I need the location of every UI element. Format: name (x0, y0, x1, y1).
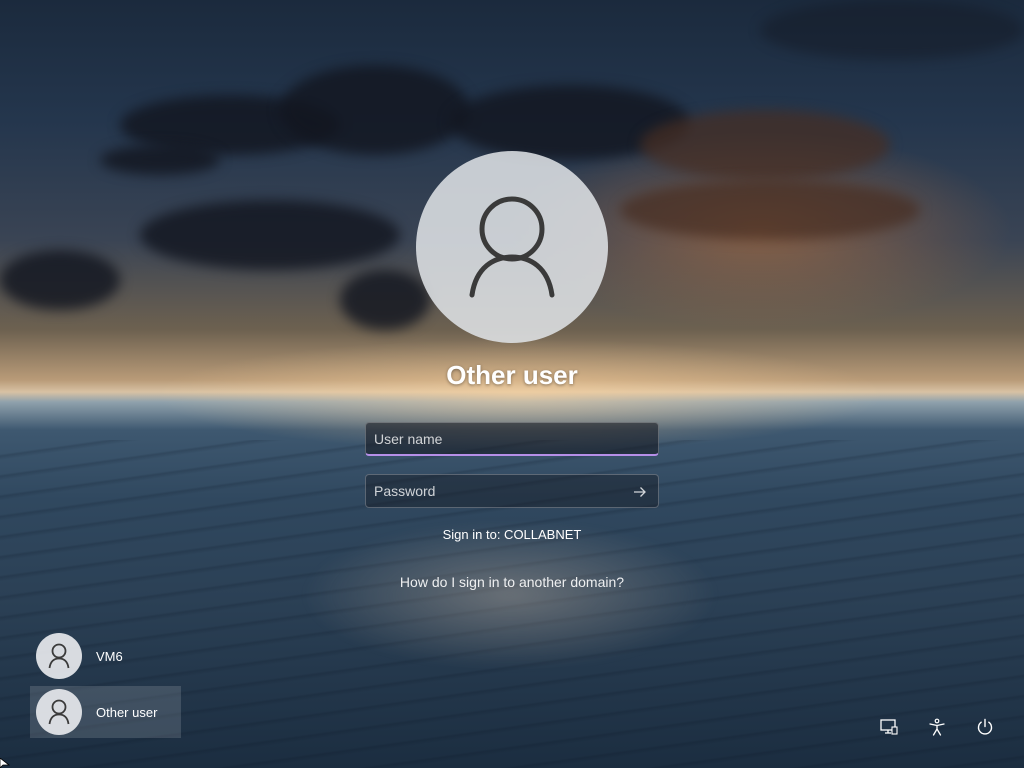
accessibility-button[interactable] (922, 712, 952, 742)
sign-in-domain-text: Sign in to: COLLABNET (442, 527, 582, 542)
user-switcher-list: VM6 Other user (30, 630, 181, 742)
system-controls (874, 712, 1000, 742)
user-tile-label: Other user (96, 704, 158, 720)
password-input[interactable] (366, 475, 658, 507)
user-tile-vm6[interactable]: VM6 (30, 630, 181, 682)
arrow-right-icon (634, 487, 646, 497)
username-input[interactable] (366, 423, 658, 454)
submit-arrow-button[interactable] (630, 482, 650, 502)
network-icon (880, 719, 898, 735)
user-avatar (36, 633, 82, 679)
other-domain-link[interactable]: How do I sign in to another domain? (0, 574, 1024, 590)
selected-user-name: Other user (446, 360, 578, 390)
password-field[interactable] (365, 474, 659, 508)
power-button[interactable] (970, 712, 1000, 742)
mouse-cursor-icon (0, 758, 10, 768)
user-icon (48, 643, 70, 669)
user-icon (469, 196, 555, 298)
user-tile-label: VM6 (96, 648, 123, 664)
accessibility-icon (929, 718, 945, 736)
user-avatar (36, 689, 82, 735)
large-user-avatar (416, 151, 608, 343)
power-icon (977, 718, 993, 735)
username-field[interactable] (365, 422, 659, 456)
lock-screen: Other user Sign in to: COLLABNET How do … (0, 0, 1024, 768)
user-tile-other-user[interactable]: Other user (30, 686, 181, 738)
network-button[interactable] (874, 712, 904, 742)
user-icon (48, 699, 70, 725)
